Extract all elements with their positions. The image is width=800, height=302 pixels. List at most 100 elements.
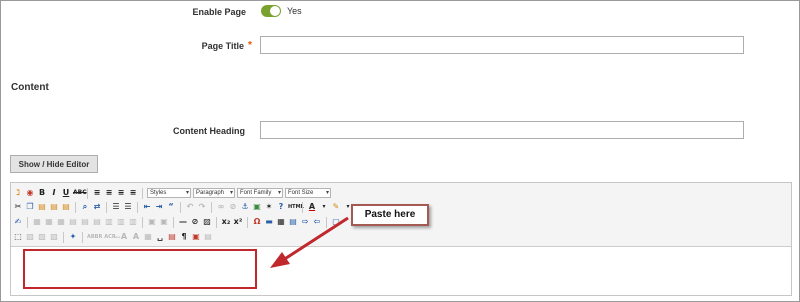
- insert-row-before-icon[interactable]: ▤: [68, 217, 78, 227]
- image-icon[interactable]: ▣: [252, 202, 262, 212]
- paste-target-highlight: [23, 249, 257, 289]
- print-icon[interactable]: ▤: [288, 217, 298, 227]
- pagebreak-icon[interactable]: ¶: [179, 232, 189, 242]
- toolbar-separator: [216, 216, 217, 228]
- insert-time-icon[interactable]: ▤: [203, 232, 213, 242]
- insert-layer-icon[interactable]: ⬚: [13, 232, 23, 242]
- toolbar-separator: [302, 201, 303, 213]
- align-center-icon[interactable]: ≡: [104, 188, 114, 198]
- page-title-input[interactable]: [260, 36, 744, 54]
- show-hide-editor-button[interactable]: Show / Hide Editor: [10, 155, 98, 173]
- paste-word-icon[interactable]: ▤: [61, 202, 71, 212]
- anchor-icon[interactable]: ⚓: [240, 202, 250, 212]
- absolute-icon[interactable]: ▧: [49, 232, 59, 242]
- styleprops-icon[interactable]: ✦: [68, 232, 78, 242]
- split-cells-icon[interactable]: ▣: [147, 217, 157, 227]
- text-color-icon[interactable]: A: [307, 202, 317, 212]
- undo-icon[interactable]: ↶: [185, 202, 195, 212]
- underline-icon[interactable]: U: [61, 188, 71, 198]
- fullscreen-icon[interactable]: ▢: [331, 217, 341, 227]
- table-icon[interactable]: ▦: [32, 217, 42, 227]
- remove-format-icon[interactable]: ⊘: [190, 217, 200, 227]
- toolbar-separator: [87, 187, 88, 199]
- cite-icon[interactable]: ABBR: [87, 232, 102, 242]
- indent-icon[interactable]: ⇥: [154, 202, 164, 212]
- font-family-dropdown[interactable]: Font Family: [237, 188, 283, 198]
- merge-cells-icon[interactable]: ▣: [159, 217, 169, 227]
- visual-aid-icon[interactable]: ▨: [202, 217, 212, 227]
- toolbar-separator: [211, 201, 212, 213]
- content-heading-label: Content Heading: [173, 126, 245, 136]
- unlink-icon[interactable]: ⊘: [228, 202, 238, 212]
- redo-icon[interactable]: ↷: [197, 202, 207, 212]
- insert-row-after-icon[interactable]: ▤: [80, 217, 90, 227]
- insert-date-icon[interactable]: ▣: [191, 232, 201, 242]
- paragraph-dropdown[interactable]: Paragraph: [193, 188, 235, 198]
- magento-widget-icon[interactable]: ℷ: [13, 188, 23, 198]
- text-color-arrow-icon[interactable]: ▾: [319, 202, 329, 212]
- bullet-list-icon[interactable]: ☰: [111, 202, 121, 212]
- font-size-dropdown[interactable]: Font Size: [285, 188, 331, 198]
- attribs-icon[interactable]: ▦: [143, 232, 153, 242]
- styles-dropdown[interactable]: Styles: [147, 188, 191, 198]
- align-left-icon[interactable]: ≡: [92, 188, 102, 198]
- toolbar-separator: [75, 201, 76, 213]
- html-source-icon[interactable]: HTML: [288, 202, 304, 212]
- copy-icon[interactable]: ❐: [25, 202, 35, 212]
- align-justify-icon[interactable]: ≡: [128, 188, 138, 198]
- insert-col-before-icon[interactable]: ▥: [104, 217, 114, 227]
- bold-icon[interactable]: B: [37, 188, 47, 198]
- media-icon[interactable]: ▦: [276, 217, 286, 227]
- special-char-icon[interactable]: Ω: [252, 217, 262, 227]
- template-icon[interactable]: ▤: [167, 232, 177, 242]
- horizontal-rule-icon[interactable]: —: [178, 217, 188, 227]
- toolbar-separator: [173, 216, 174, 228]
- strikethrough-icon[interactable]: ABC: [73, 188, 87, 198]
- ltr-icon[interactable]: ⇨: [300, 217, 310, 227]
- numbered-list-icon[interactable]: ☰: [123, 202, 133, 212]
- required-asterisk: *: [248, 40, 252, 51]
- del-icon[interactable]: ̶A: [119, 232, 129, 242]
- insert-col-after-icon[interactable]: ▥: [116, 217, 126, 227]
- toolbar-separator: [326, 216, 327, 228]
- insert-image-icon[interactable]: ◉: [25, 188, 35, 198]
- italic-icon[interactable]: I: [49, 188, 59, 198]
- delete-row-icon[interactable]: ▤: [92, 217, 102, 227]
- move-backward-icon[interactable]: ▧: [37, 232, 47, 242]
- superscript-icon[interactable]: x²: [233, 217, 243, 227]
- rtl-icon[interactable]: ⇦: [312, 217, 322, 227]
- toolbar-separator: [27, 216, 28, 228]
- toolbar-separator: [82, 231, 83, 243]
- cut-icon[interactable]: ✂: [13, 202, 23, 212]
- content-section-title: Content: [11, 82, 49, 93]
- acronym-icon[interactable]: ACR: [103, 232, 117, 242]
- toolbar-row-1: ℷ ◉ B I U ABC ≡ ≡ ≡ ≡ Styles Paragraph F…: [13, 186, 331, 200]
- cell-props-icon[interactable]: ▦: [56, 217, 66, 227]
- paste-text-icon[interactable]: ▤: [49, 202, 59, 212]
- insert-media-icon[interactable]: ▬: [264, 217, 274, 227]
- paste-icon[interactable]: ▤: [37, 202, 47, 212]
- move-forward-icon[interactable]: ▧: [25, 232, 35, 242]
- page-title-label: Page Title: [201, 41, 244, 51]
- replace-icon[interactable]: ⇄: [92, 202, 102, 212]
- toolbar-row-2: ✂ ❐ ▤ ▤ ▤ ⌕ ⇄ ☰ ☰ ⇤ ⇥ “ ↶ ↷ ∞ ⊘ ⚓ ▣ ✶ ? …: [13, 200, 353, 214]
- help-icon[interactable]: ?: [276, 202, 286, 212]
- enable-page-toggle[interactable]: [261, 5, 281, 17]
- delete-col-icon[interactable]: ▥: [128, 217, 138, 227]
- toolbar-row-4: ⬚ ▧ ▧ ▧ ✦ ABBR ACR ̶A A ▦ ␣ ▤ ¶ ▣ ▤: [13, 230, 213, 244]
- nonbreaking-icon[interactable]: ␣: [155, 232, 165, 242]
- background-color-icon[interactable]: ✎: [331, 202, 341, 212]
- enable-page-value: Yes: [287, 6, 302, 16]
- subscript-icon[interactable]: x₂: [221, 217, 231, 227]
- blockquote-icon[interactable]: “: [166, 202, 176, 212]
- link-icon[interactable]: ∞: [216, 202, 226, 212]
- content-heading-input[interactable]: [260, 121, 744, 139]
- toolbar-separator: [63, 231, 64, 243]
- cleanup-icon[interactable]: ✶: [264, 202, 274, 212]
- align-right-icon[interactable]: ≡: [116, 188, 126, 198]
- ins-icon[interactable]: A: [131, 232, 141, 242]
- row-props-icon[interactable]: ▦: [44, 217, 54, 227]
- edit-css-icon[interactable]: ✍: [13, 217, 23, 227]
- outdent-icon[interactable]: ⇤: [142, 202, 152, 212]
- find-icon[interactable]: ⌕: [80, 202, 90, 212]
